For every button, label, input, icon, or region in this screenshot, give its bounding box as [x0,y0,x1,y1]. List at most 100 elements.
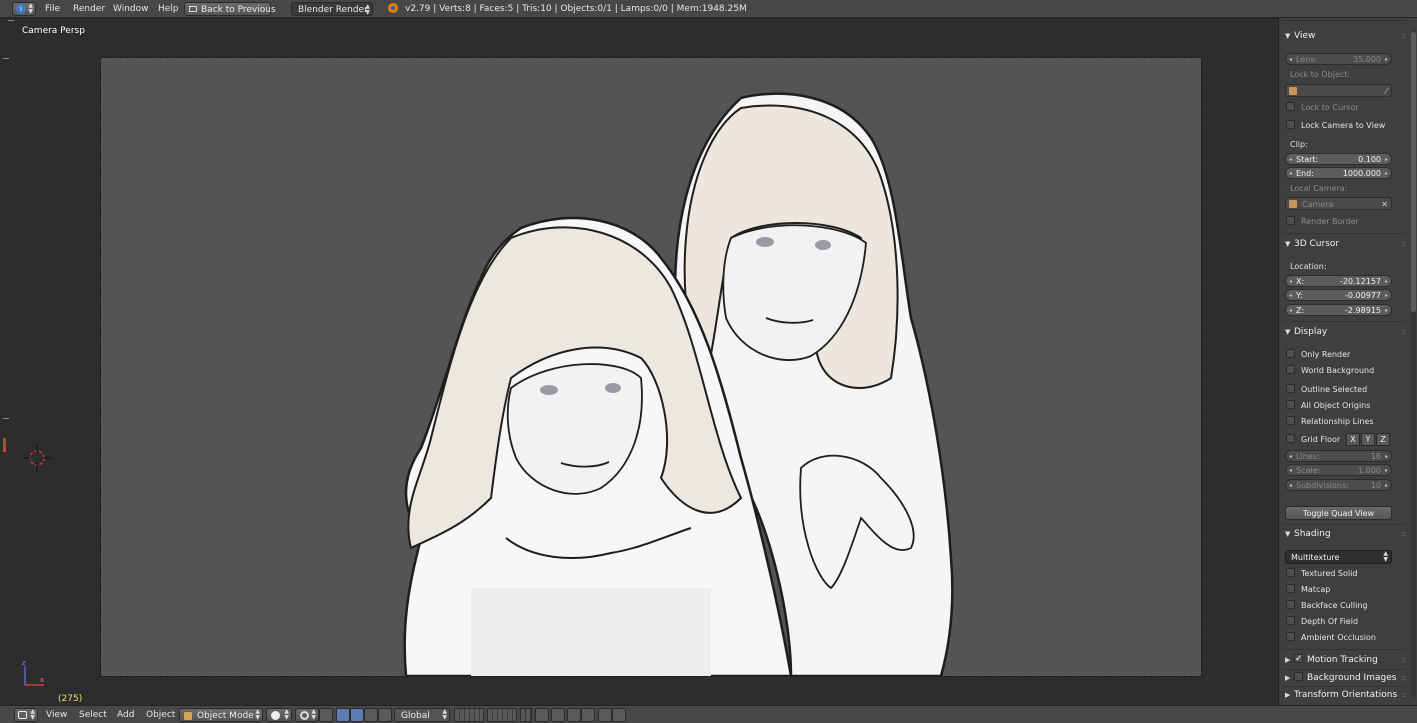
drag-grip-icon[interactable]: ::: [1401,237,1406,251]
all-object-origins-checkbox[interactable]: All Object Origins [1286,400,1404,412]
layer-buttons-group-1[interactable] [454,708,484,722]
drag-grip-icon[interactable]: ::: [1401,653,1406,667]
proportional-editing-icon[interactable] [551,708,565,722]
viewport-shading-dropdown[interactable]: ▲ ▼ [266,708,292,722]
triangle-down-icon: ▼ [1285,530,1291,538]
clip-end-field[interactable]: ◂ End: 1000.000 ▸ [1285,167,1392,179]
arrow-left-icon: ◂ [1289,482,1293,489]
grid-subdivisions-field[interactable]: ◂ Subdivisions: 10 ▸ [1285,479,1392,491]
world-background-label: World Background [1301,366,1375,375]
transform-orientation-dropdown[interactable]: Global ▲ ▼ [394,708,450,722]
lock-object-field[interactable]: ⁄ [1285,84,1392,97]
grid-z-axis-toggle[interactable]: Z [1376,433,1390,446]
pivot-icon [300,711,309,720]
manipulator-toggle-icon[interactable] [319,708,333,722]
3d-cursor-panel-header[interactable]: ▼ 3D Cursor ::: [1285,237,1406,251]
motion-tracking-checkbox[interactable] [1294,652,1303,666]
screen-icon [189,6,197,12]
display-panel-header[interactable]: ▼ Display ::: [1285,325,1406,339]
lock-layers-icon[interactable] [535,708,549,722]
lens-field[interactable]: ◂ Lens: 35.000 ▸ [1285,53,1392,65]
layer-buttons-group-2[interactable] [487,708,517,722]
grid-scale-label: Scale: [1296,466,1321,475]
menu-help[interactable]: Help [158,2,179,16]
local-camera-field[interactable]: Camera ✕ [1285,197,1392,210]
snap-element-icon[interactable] [581,708,595,722]
scale-manipulator-icon[interactable] [364,708,378,722]
grid-scale-field[interactable]: ◂ Scale: 1.000 ▸ [1285,464,1392,476]
shading-mode-dropdown[interactable]: Multitexture ▲ ▼ [1285,550,1392,564]
clear-icon[interactable]: ✕ [1381,198,1388,211]
ambient-occlusion-checkbox[interactable]: Ambient Occlusion [1286,632,1404,644]
grid-lines-field[interactable]: ◂ Lines: 16 ▸ [1285,450,1392,462]
toolshelf-tab-marker[interactable] [3,438,6,452]
back-to-previous-button[interactable]: Back to Previous [184,2,276,16]
opengl-render-image-icon[interactable] [598,708,612,722]
menu-object[interactable]: Object [146,708,175,722]
textured-solid-checkbox[interactable]: Textured Solid [1286,568,1404,580]
depth-of-field-checkbox[interactable]: Depth Of Field [1286,616,1404,628]
cursor-z-field[interactable]: ◂ Z: -2.98915 ▸ [1285,304,1392,316]
checkbox-box [1286,632,1295,641]
drag-grip-icon[interactable]: ::: [1401,688,1406,702]
opengl-render-animation-icon[interactable] [612,708,626,722]
shading-panel-header[interactable]: ▼ Shading ::: [1285,527,1406,541]
editor-type-button[interactable]: ▲ ▼ [14,708,38,722]
object-mode-icon [184,712,192,720]
3d-view-header: ▲ ▼ View Select Add Object Object Mode ▲ ▼… [0,705,1417,723]
translate-manipulator-icon[interactable] [336,708,350,722]
world-background-checkbox[interactable]: World Background [1286,365,1404,377]
eyedropper-icon[interactable]: ⁄ [1386,85,1387,98]
render-border-checkbox[interactable]: Render Border [1286,216,1404,228]
toggle-quad-view-button[interactable]: Toggle Quad View [1285,506,1392,520]
only-render-checkbox[interactable]: Only Render [1286,349,1404,361]
back-to-previous-label: Back to Previous [201,5,276,15]
background-images-panel-header[interactable]: ▶ Background Images ::: [1285,671,1406,685]
arrow-left-icon: ◂ [1289,56,1293,63]
motion-tracking-panel-header[interactable]: ▶ Motion Tracking ::: [1285,652,1406,667]
pivot-point-dropdown[interactable]: ▲ ▼ [295,708,319,722]
menu-add[interactable]: Add [117,708,134,722]
mode-dropdown[interactable]: Object Mode ▲ ▼ [179,708,263,722]
svg-text:z: z [22,659,26,667]
backface-culling-checkbox[interactable]: Backface Culling [1286,600,1404,612]
drag-grip-icon[interactable]: ::: [1401,29,1406,43]
menu-window[interactable]: Window [113,2,149,16]
menu-select[interactable]: Select [79,708,107,722]
grid-y-axis-toggle[interactable]: Y [1361,433,1375,446]
lock-camera-to-view-checkbox[interactable]: Lock Camera to View [1286,120,1404,132]
3d-cursor-icon[interactable] [22,444,52,474]
layer-buttons-group-3[interactable] [520,708,532,722]
clip-start-field[interactable]: ◂ Start: 0.100 ▸ [1285,153,1392,165]
3d-viewport[interactable]: Camera Persp z x (275) [0,18,1278,705]
menu-render[interactable]: Render [73,2,105,16]
lock-to-cursor-checkbox[interactable]: Lock to Cursor [1286,102,1404,114]
background-images-checkbox[interactable] [1294,672,1303,681]
rotate-manipulator-icon[interactable] [350,708,364,722]
view-panel-header[interactable]: ▼ View ::: [1285,29,1406,43]
info-icon: i [16,4,26,14]
drag-grip-icon[interactable]: ::: [1401,527,1406,541]
menu-view[interactable]: View [46,708,67,722]
properties-scrollbar[interactable] [1411,28,1416,698]
info-editor-type-button[interactable]: i ▲ ▼ [12,2,36,16]
snap-toggle-icon[interactable] [567,708,581,722]
grid-x-axis-toggle[interactable]: X [1346,433,1360,446]
transform-orientation-icon[interactable] [378,708,392,722]
cursor-y-field[interactable]: ◂ Y: -0.00977 ▸ [1285,289,1392,301]
panel-divider [1283,686,1405,687]
transform-orientations-panel-header[interactable]: ▶ Transform Orientations ::: [1285,688,1406,702]
relationship-lines-checkbox[interactable]: Relationship Lines [1286,416,1404,428]
outline-selected-checkbox[interactable]: Outline Selected [1286,384,1404,396]
cursor-x-field[interactable]: ◂ X: -20.12157 ▸ [1285,275,1392,287]
drag-grip-icon[interactable]: ::: [1401,671,1406,685]
chevron-updown-icon: ▲ ▼ [28,2,33,15]
matcap-checkbox[interactable]: Matcap [1286,584,1404,596]
menu-file[interactable]: File [45,2,60,16]
grid-subdivisions-label: Subdivisions: [1296,481,1349,490]
textured-solid-label: Textured Solid [1301,569,1358,578]
grid-subdivisions-value: 10 [1370,481,1381,490]
drag-grip-icon[interactable]: ::: [1401,325,1406,339]
render-engine-dropdown[interactable]: Blender Render ▲ ▼ [291,2,373,16]
mode-label: Object Mode [197,711,254,721]
